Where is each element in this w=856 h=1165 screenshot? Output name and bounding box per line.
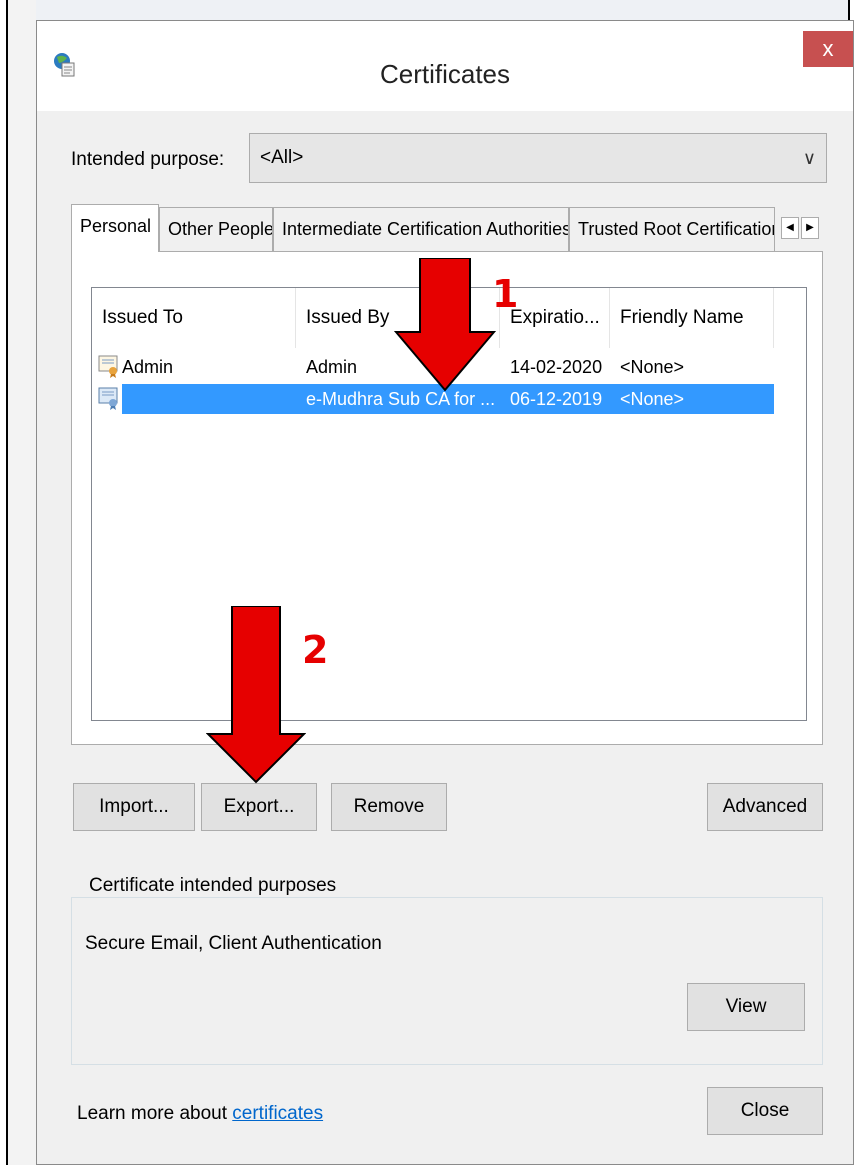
certificate-icon — [98, 355, 118, 378]
friendly-name-cell: <None> — [620, 357, 685, 377]
tab-personal[interactable]: Personal — [71, 204, 159, 252]
export-button[interactable]: Export... — [201, 783, 317, 831]
intended-purpose-dropdown[interactable]: <All> ∨ — [249, 133, 827, 183]
dialog-title: Certificates — [379, 59, 511, 89]
chevron-down-icon: ∨ — [802, 148, 816, 168]
certificate-purposes-text: Secure Email, Client Authentication — [85, 933, 382, 954]
step-2-label: 2 — [302, 628, 329, 672]
close-button[interactable]: Close — [707, 1087, 823, 1135]
advanced-button[interactable]: Advanced — [707, 783, 823, 831]
certificate-purposes-legend: Certificate intended purposes — [85, 875, 341, 897]
intended-purpose-label: Intended purpose: — [71, 149, 225, 170]
expiration-cell: 06-12-2019 — [510, 389, 603, 409]
step-2-down-arrow-icon — [206, 606, 306, 784]
tab-trusted-root[interactable]: Trusted Root Certification — [569, 207, 775, 251]
column-issued-to[interactable]: Issued To — [92, 288, 296, 348]
intended-purpose-value: <All> — [260, 147, 304, 168]
tab-scroll-right-icon[interactable]: ▶ — [801, 217, 819, 239]
certificate-purposes-group — [71, 897, 823, 1065]
issued-to-cell: Admin — [122, 357, 174, 377]
view-button[interactable]: View — [687, 983, 805, 1031]
expiration-cell: 14-02-2020 — [510, 357, 603, 377]
tab-other-people[interactable]: Other People — [159, 207, 273, 251]
certificates-dialog: Certificates x Intended purpose: <All> ∨… — [36, 20, 854, 1165]
certificates-link[interactable]: certificates — [232, 1103, 323, 1124]
certificate-icon — [98, 387, 118, 410]
step-1-label: 1 — [492, 272, 519, 316]
title-bar: Certificates x — [37, 21, 853, 111]
column-friendly-name[interactable]: Friendly Name — [610, 288, 774, 348]
learn-more-text: Learn more about certificates — [77, 1103, 323, 1125]
remove-button[interactable]: Remove — [331, 783, 447, 831]
friendly-name-cell: <None> — [620, 389, 685, 409]
issued-to-cell — [122, 384, 292, 414]
step-1-down-arrow-icon — [394, 258, 496, 392]
tab-intermediate-ca[interactable]: Intermediate Certification Authorities — [273, 207, 569, 251]
tab-scroll-left-icon[interactable]: ◀ — [781, 217, 799, 239]
import-button[interactable]: Import... — [73, 783, 195, 831]
learn-more-prefix: Learn more about — [77, 1103, 233, 1124]
close-window-button[interactable]: x — [803, 31, 853, 67]
